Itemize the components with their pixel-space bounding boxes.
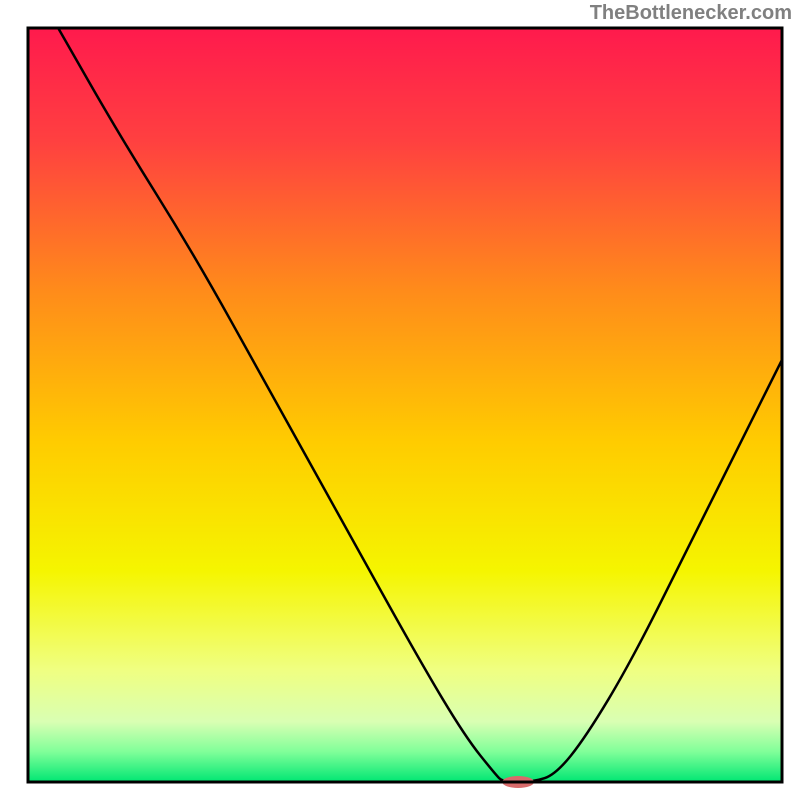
bottleneck-chart <box>0 0 800 800</box>
gradient-background <box>28 28 782 782</box>
chart-container: TheBottlenecker.com <box>0 0 800 800</box>
plot-area <box>28 28 782 788</box>
watermark-text: TheBottlenecker.com <box>590 2 792 25</box>
